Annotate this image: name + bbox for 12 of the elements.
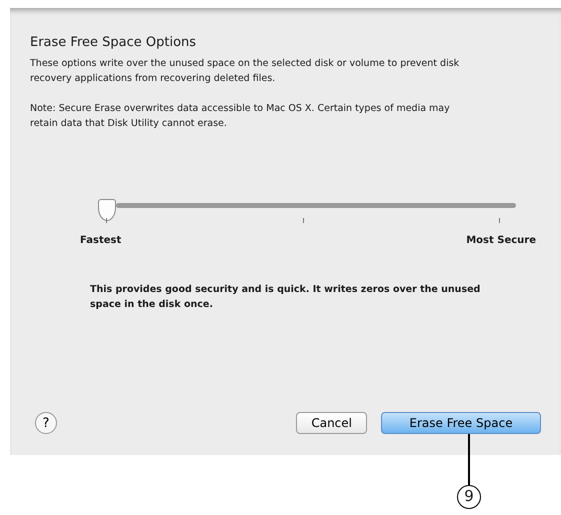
help-button[interactable]: ? [35,412,57,434]
erase-button[interactable]: Erase Free Space [381,412,541,434]
callout-number: 9 [457,485,481,509]
slider-max-label: Most Secure [466,235,536,246]
description-text: These options write over the unused space on the selected disk or volume to prevent disk recovery applications from recovering deleted files. [30,57,460,86]
explanation-text: This provides good security and is quick. It writes zeros over the unused space in the disk once. [90,283,482,312]
note-text: Note: Secure Erase overwrites data accessible to Mac OS X. Certain types of media may retain data that Disk Utility cannot erase. [30,102,451,131]
slider-min-label: Fastest [80,235,122,246]
cancel-button[interactable]: Cancel [296,412,367,434]
dialog-title: Erase Free Space Options [30,35,198,50]
leader-line [468,434,470,485]
slider-thumb[interactable] [98,199,116,221]
